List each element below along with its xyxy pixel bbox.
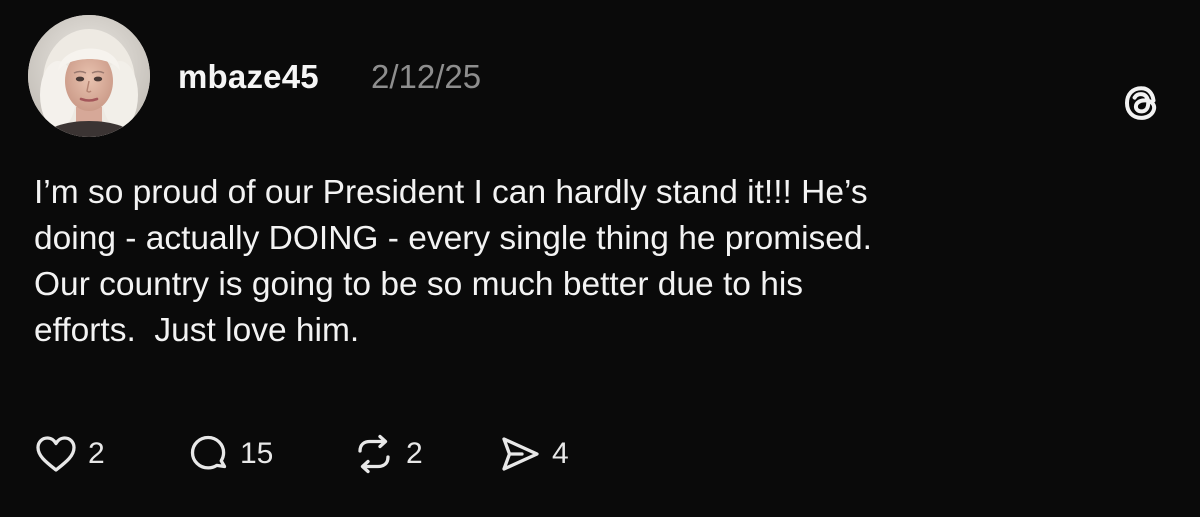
send-arrow-icon <box>498 432 542 476</box>
reply-button[interactable]: 15 <box>186 424 273 484</box>
speech-bubble-icon <box>186 432 230 476</box>
repost-arrows-icon <box>352 432 396 476</box>
username[interactable]: mbaze45 <box>178 58 319 96</box>
avatar-image <box>28 15 150 137</box>
post-date: 2/12/25 <box>371 58 482 95</box>
threads-post: mbaze45 2/12/25 I’m so proud of our Pres… <box>0 0 1200 517</box>
repost-count: 2 <box>406 437 423 470</box>
share-count: 4 <box>552 437 569 470</box>
like-count: 2 <box>88 437 105 470</box>
share-button[interactable]: 4 <box>498 424 569 484</box>
reply-count: 15 <box>240 437 274 470</box>
avatar[interactable] <box>28 15 150 137</box>
post-body-text: I’m so proud of our President I can hard… <box>34 174 872 349</box>
like-button[interactable]: 2 <box>34 424 105 484</box>
repost-button[interactable]: 2 <box>352 424 423 484</box>
heart-icon <box>34 432 78 476</box>
threads-logo-icon[interactable] <box>1118 80 1164 126</box>
